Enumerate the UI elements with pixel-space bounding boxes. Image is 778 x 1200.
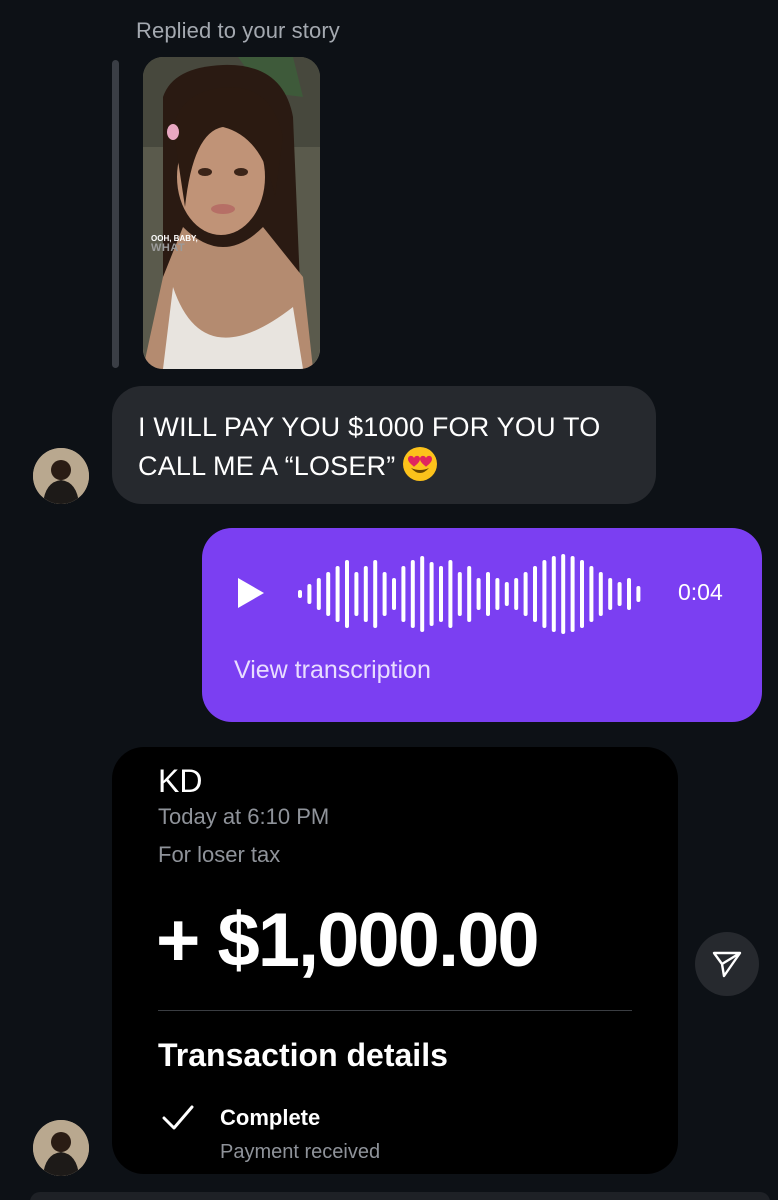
story-image — [143, 57, 320, 369]
payment-sender: KD — [158, 763, 203, 799]
avatar-image — [33, 448, 89, 504]
send-icon — [712, 951, 742, 978]
waveform-bar — [542, 560, 547, 628]
waveform-bar — [448, 560, 453, 628]
waveform-bar — [467, 566, 472, 622]
story-caption: OOH, BABY, WHAT — [151, 234, 198, 255]
avatar-image — [33, 1120, 89, 1176]
waveform-bar — [420, 556, 425, 632]
play-icon[interactable] — [234, 576, 268, 610]
reply-quote-bar — [112, 60, 119, 368]
replied-to-story-label: Replied to your story — [136, 18, 340, 43]
waveform-bar — [533, 566, 537, 622]
waveform-bar — [354, 572, 359, 616]
payment-status: Complete — [220, 1105, 321, 1130]
waveform-bar — [363, 566, 368, 622]
waveform-bar — [617, 582, 622, 606]
waveform-bar — [457, 572, 462, 616]
audio-waveform[interactable] — [296, 552, 666, 636]
waveform-bar — [373, 560, 378, 628]
payment-divider — [158, 1010, 632, 1011]
checkmark-icon — [162, 1105, 194, 1130]
avatar[interactable] — [33, 1120, 89, 1176]
waveform-bar — [486, 572, 490, 616]
transaction-details-title: Transaction details — [158, 1037, 448, 1073]
waveform-bar — [598, 572, 603, 616]
waveform-bar — [326, 572, 331, 616]
waveform-bar — [551, 556, 556, 632]
waveform-bar — [401, 566, 406, 622]
avatar[interactable] — [33, 448, 89, 504]
payment-time: Today at 6:10 PM — [158, 804, 330, 829]
waveform-bar — [439, 566, 443, 622]
payment-card[interactable]: KD Today at 6:10 PM For loser tax + $1,0… — [112, 747, 678, 1174]
waveform-bar — [307, 584, 312, 604]
waveform-bar — [589, 566, 594, 622]
waveform-bar — [335, 566, 340, 622]
incoming-message-bubble[interactable]: I WILL PAY YOU $1000 FOR YOU TO CALL ME … — [112, 386, 656, 504]
payment-note: For loser tax — [158, 842, 281, 867]
waveform-bar — [476, 578, 481, 610]
share-button[interactable] — [695, 932, 759, 996]
next-message-edge — [30, 1192, 770, 1200]
voice-duration: 0:04 — [678, 579, 723, 605]
waveform-bar — [410, 560, 415, 628]
incoming-message-text: I WILL PAY YOU $1000 FOR YOU TO CALL ME … — [138, 412, 601, 481]
story-thumbnail[interactable]: OOH, BABY, WHAT — [143, 57, 320, 369]
chat-thread: Replied to your story OOH, BABY, WHAT I … — [0, 0, 778, 1200]
payment-status-sub: Payment received — [220, 1141, 381, 1163]
view-transcription-link[interactable]: View transcription — [234, 656, 431, 685]
waveform-bar — [514, 578, 519, 610]
waveform-bar — [636, 586, 641, 602]
waveform-bar — [570, 556, 575, 632]
voice-message-bubble[interactable]: 0:04 View transcription — [202, 528, 762, 722]
waveform-bar — [298, 590, 302, 598]
waveform-bar — [627, 578, 631, 610]
waveform-bar — [429, 562, 434, 626]
waveform-bar — [316, 578, 321, 610]
waveform-bar — [561, 554, 566, 634]
incoming-message-text-wrap: I WILL PAY YOU $1000 FOR YOU TO CALL ME … — [138, 408, 630, 485]
story-caption-line-2: WHAT — [151, 242, 186, 255]
waveform-bar — [495, 578, 500, 610]
waveform-bar — [345, 560, 349, 628]
payment-amount: + $1,000.00 — [156, 898, 540, 983]
waveform-bar — [504, 582, 509, 606]
waveform-bar — [392, 578, 396, 610]
waveform-bar — [608, 578, 613, 610]
waveform-bar — [382, 572, 387, 616]
waveform-bar — [523, 572, 528, 616]
waveform-bar — [580, 560, 584, 628]
heart-eyes-emoji-icon — [402, 447, 437, 481]
